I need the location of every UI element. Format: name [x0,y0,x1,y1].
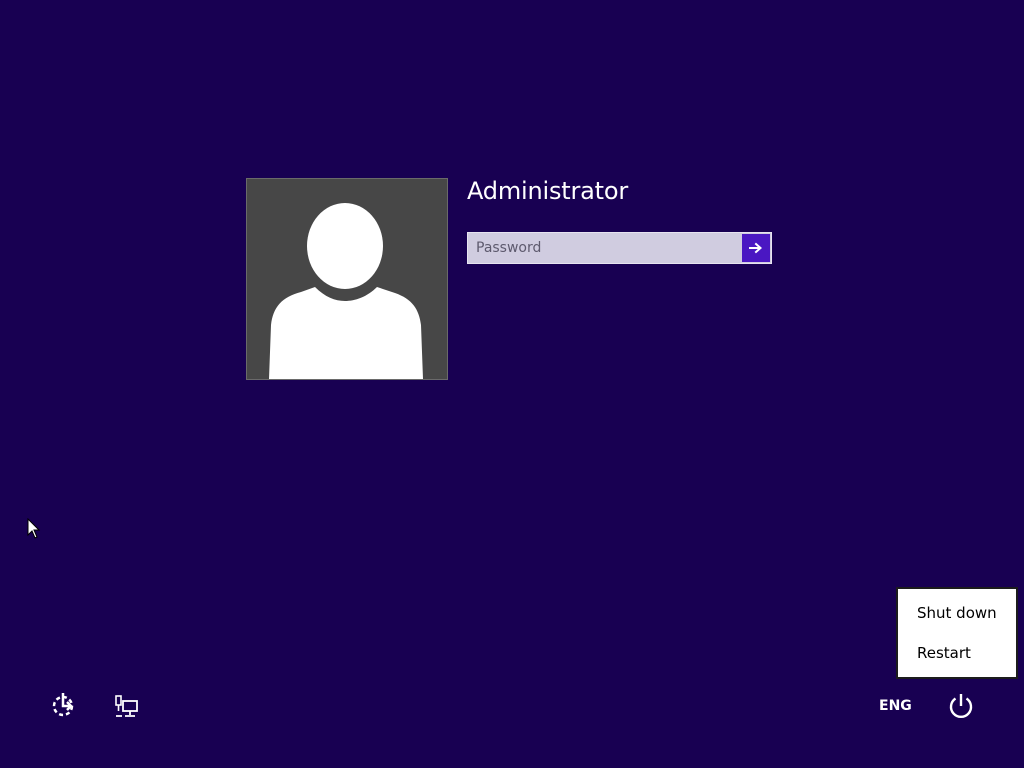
power-menu: Shut down Restart [896,587,1018,679]
power-icon [949,694,973,719]
network-icon [115,695,138,717]
ease-of-access-icon [52,693,74,717]
submit-button[interactable] [742,234,770,262]
menu-item-restart[interactable]: Restart [917,643,971,663]
user-name: Administrator [467,177,629,205]
network-button[interactable] [113,691,141,721]
mouse-cursor-icon [27,518,41,539]
password-input[interactable] [468,233,742,263]
power-button[interactable] [945,690,977,722]
menu-item-shut-down[interactable]: Shut down [917,603,997,623]
ease-of-access-button[interactable] [48,691,78,721]
arrow-right-icon [749,242,763,254]
user-silhouette-icon [269,203,423,379]
user-avatar [246,178,448,380]
password-box [467,232,772,264]
language-indicator[interactable]: ENG [879,697,912,715]
